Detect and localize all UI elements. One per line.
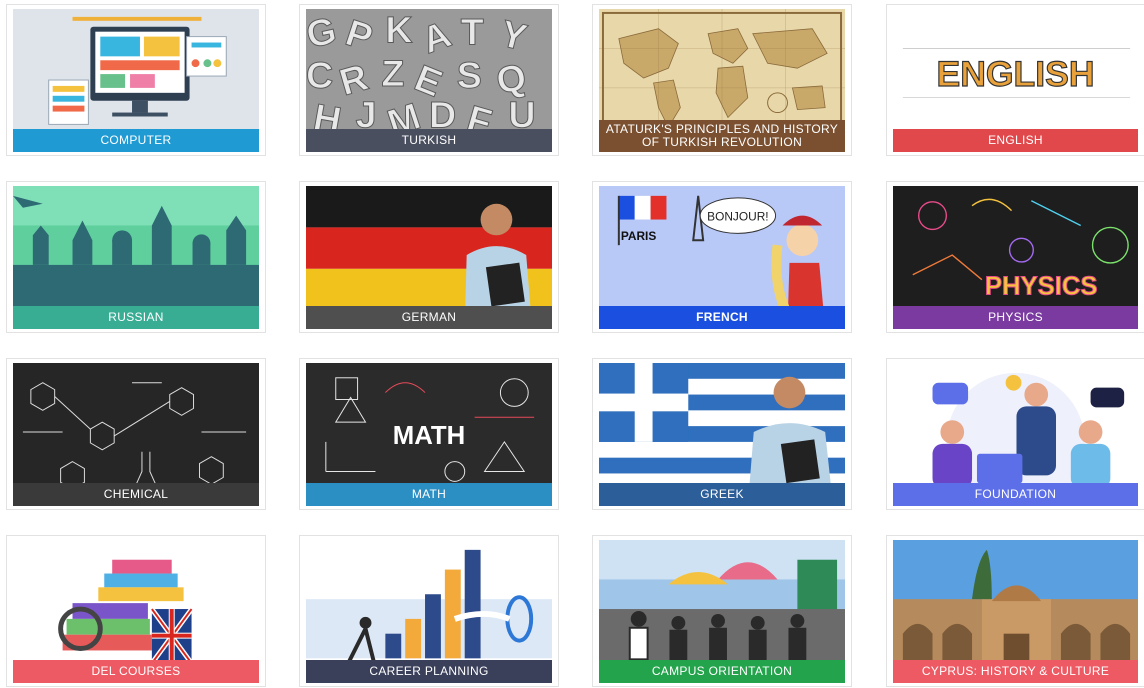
svg-text:Z: Z — [381, 52, 404, 94]
course-label: CYPRUS: HISTORY & CULTURE — [893, 660, 1138, 683]
english-wordart: ENGLISH — [936, 54, 1094, 94]
svg-text:T: T — [461, 11, 484, 53]
course-label: GERMAN — [306, 306, 552, 329]
course-grid: COMPUTER G P K A T Y C R Z E S Q H J M D… — [0, 0, 1144, 688]
course-label: FRENCH — [599, 306, 845, 329]
course-card-physics[interactable]: PHYSICS PHYSICS — [886, 181, 1144, 333]
course-card-english[interactable]: ENGLISH ENGLISH — [886, 4, 1144, 156]
course-card-greek[interactable]: GREEK — [592, 358, 852, 510]
course-card-math[interactable]: MATH MATH — [299, 358, 559, 510]
course-card-turkish[interactable]: G P K A T Y C R Z E S Q H J M D F U TURK… — [299, 4, 559, 156]
course-card-chemical[interactable]: CHEMICAL — [6, 358, 266, 510]
course-label: TURKISH — [306, 129, 552, 152]
course-card-russian[interactable]: RUSSIAN — [6, 181, 266, 333]
bonjour-text: BONJOUR! — [707, 210, 768, 224]
course-card-del-courses[interactable]: DEL COURSES — [6, 535, 266, 687]
course-card-career-planning[interactable]: CAREER PLANNING — [299, 535, 559, 687]
course-label: COMPUTER — [13, 129, 259, 152]
course-label: CHEMICAL — [13, 483, 259, 506]
svg-text:K: K — [385, 9, 412, 51]
course-label: MATH — [306, 483, 552, 506]
paris-text: PARIS — [621, 229, 657, 243]
course-label: DEL COURSES — [13, 660, 259, 683]
course-card-french[interactable]: PARIS BONJOUR! FRENCH — [592, 181, 852, 333]
physics-wordart: PHYSICS — [985, 273, 1098, 301]
course-card-campus-orientation[interactable]: CAMPUS ORIENTATION — [592, 535, 852, 687]
svg-text:C: C — [306, 54, 333, 96]
course-label: RUSSIAN — [13, 306, 259, 329]
svg-text:S: S — [457, 54, 482, 96]
course-label: CAREER PLANNING — [306, 660, 552, 683]
course-card-german[interactable]: GERMAN — [299, 181, 559, 333]
course-card-cyprus-history[interactable]: CYPRUS: HISTORY & CULTURE — [886, 535, 1144, 687]
course-card-ataturk[interactable]: ATATURK'S PRINCIPLES AND HISTORY OF TURK… — [592, 4, 852, 156]
course-label: CAMPUS ORIENTATION — [599, 660, 845, 683]
course-card-foundation[interactable]: FOUNDATION — [886, 358, 1144, 510]
course-label: GREEK — [599, 483, 845, 506]
course-label: ATATURK'S PRINCIPLES AND HISTORY OF TURK… — [599, 120, 845, 152]
course-label: FOUNDATION — [893, 483, 1138, 506]
course-label: ENGLISH — [893, 129, 1138, 152]
course-label: PHYSICS — [893, 306, 1138, 329]
math-wordart: MATH — [393, 422, 466, 450]
course-card-computer[interactable]: COMPUTER — [6, 4, 266, 156]
